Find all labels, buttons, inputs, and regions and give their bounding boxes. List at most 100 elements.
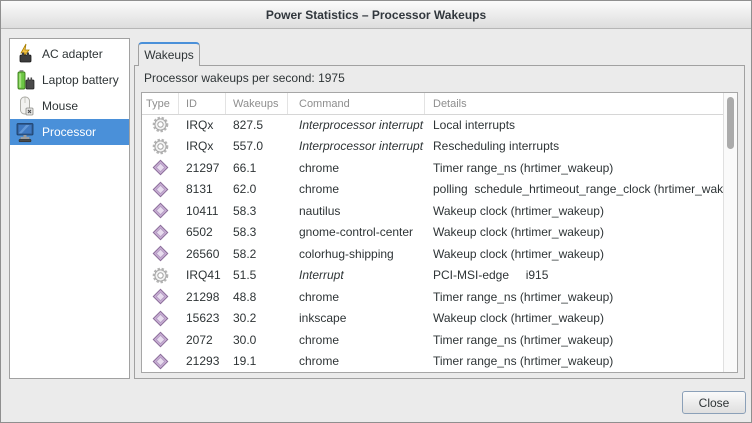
- diamond-icon: [142, 157, 179, 179]
- sidebar-item-label: Laptop battery: [42, 73, 119, 87]
- row-wakeups: 557.0: [226, 136, 288, 158]
- mouse-icon: [15, 95, 35, 117]
- row-command: chrome: [288, 157, 425, 179]
- row-details: Wakeup clock (hrtimer_wakeup): [425, 243, 723, 265]
- row-details: polling schedule_hrtimeout_range_clock (…: [425, 179, 723, 201]
- row-command: gnome-control-center: [288, 222, 425, 244]
- row-wakeups: 30.0: [226, 329, 288, 351]
- row-command: inkscape: [288, 308, 425, 330]
- row-details: Timer range_ns (hrtimer_wakeup): [425, 329, 723, 351]
- table-row[interactable]: 2129766.1chromeTimer range_ns (hrtimer_w…: [142, 157, 723, 179]
- row-command: chrome: [288, 179, 425, 201]
- table-row[interactable]: 1041158.3nautilusWakeup clock (hrtimer_w…: [142, 200, 723, 222]
- table-row[interactable]: IRQx827.5Interprocessor interruptLocal i…: [142, 114, 723, 136]
- power-statistics-window: Power Statistics – Processor Wakeups AC …: [0, 0, 752, 423]
- sidebar-item-processor[interactable]: Processor: [10, 119, 129, 145]
- row-wakeups: 58.3: [226, 222, 288, 244]
- table-row[interactable]: 813162.0chromepolling schedule_hrtimeout…: [142, 179, 723, 201]
- row-details: Timer range_ns (hrtimer_wakeup): [425, 157, 723, 179]
- table-row[interactable]: 650258.3gnome-control-centerWakeup clock…: [142, 222, 723, 244]
- sidebar-item-ac-adapter[interactable]: AC adapter: [10, 41, 129, 67]
- table-row[interactable]: 2129319.1chromeTimer range_ns (hrtimer_w…: [142, 351, 723, 373]
- diamond-icon: [142, 286, 179, 308]
- tab-label: Wakeups: [144, 48, 194, 62]
- row-id: 10411: [179, 200, 226, 222]
- row-details: Timer range_ns (hrtimer_wakeup): [425, 286, 723, 308]
- row-wakeups: 30.2: [226, 308, 288, 330]
- row-command: Interrupt: [288, 265, 425, 287]
- gear-icon: [142, 136, 179, 158]
- column-header-id[interactable]: ID: [179, 93, 226, 114]
- table-row[interactable]: 207230.0chromeTimer range_ns (hrtimer_wa…: [142, 329, 723, 351]
- row-wakeups: 62.0: [226, 179, 288, 201]
- sidebar-item-label: Processor: [42, 125, 96, 139]
- column-header-type[interactable]: Type: [142, 93, 179, 114]
- vertical-scrollbar[interactable]: [723, 93, 737, 372]
- row-command: colorhug-shipping: [288, 243, 425, 265]
- row-id: 21297: [179, 157, 226, 179]
- row-id: IRQx: [179, 136, 226, 158]
- diamond-icon: [142, 200, 179, 222]
- row-details: Wakeup clock (hrtimer_wakeup): [425, 308, 723, 330]
- row-id: IRQ41: [179, 265, 226, 287]
- row-id: IRQx: [179, 114, 226, 136]
- ac-adapter-icon: [15, 43, 35, 65]
- wakeups-table: Type ID Wakeups Command Details IRQx827.…: [141, 92, 738, 373]
- table-body: IRQx827.5Interprocessor interruptLocal i…: [142, 114, 723, 372]
- row-id: 8131: [179, 179, 226, 201]
- tab-wakeups[interactable]: Wakeups: [138, 42, 200, 66]
- table-row[interactable]: IRQ4151.5InterruptPCI-MSI-edge i915: [142, 265, 723, 287]
- row-id: 15623: [179, 308, 226, 330]
- gear-icon: [142, 114, 179, 136]
- column-header-command[interactable]: Command: [288, 93, 425, 114]
- table-header: Type ID Wakeups Command Details: [142, 93, 737, 115]
- scrollbar-thumb[interactable]: [727, 97, 734, 149]
- row-command: Interprocessor interrupt: [288, 136, 425, 158]
- table-row[interactable]: 2656058.2colorhug-shippingWakeup clock (…: [142, 243, 723, 265]
- row-wakeups: 66.1: [226, 157, 288, 179]
- diamond-icon: [142, 243, 179, 265]
- row-details: Local interrupts: [425, 114, 723, 136]
- sidebar-item-label: AC adapter: [42, 47, 103, 61]
- row-details: Rescheduling interrupts: [425, 136, 723, 158]
- row-id: 6502: [179, 222, 226, 244]
- column-header-wakeups[interactable]: Wakeups: [226, 93, 288, 114]
- row-wakeups: 19.1: [226, 351, 288, 373]
- table-row[interactable]: IRQx557.0Interprocessor interruptResched…: [142, 136, 723, 158]
- diamond-icon: [142, 329, 179, 351]
- table-row[interactable]: 1562330.2inkscapeWakeup clock (hrtimer_w…: [142, 308, 723, 330]
- row-id: 21293: [179, 351, 226, 373]
- row-id: 2072: [179, 329, 226, 351]
- sidebar-item-laptop-battery[interactable]: Laptop battery: [10, 67, 129, 93]
- diamond-icon: [142, 308, 179, 330]
- row-command: Interprocessor interrupt: [288, 114, 425, 136]
- diamond-icon: [142, 179, 179, 201]
- wakeups-summary-label: Processor wakeups per second: 1975: [144, 71, 345, 85]
- window-title: Power Statistics – Processor Wakeups: [266, 8, 486, 22]
- titlebar[interactable]: Power Statistics – Processor Wakeups: [1, 1, 751, 29]
- battery-icon: [15, 69, 35, 91]
- diamond-icon: [142, 351, 179, 373]
- close-button[interactable]: Close: [682, 391, 746, 414]
- row-command: chrome: [288, 286, 425, 308]
- row-command: nautilus: [288, 200, 425, 222]
- table-row[interactable]: 2129848.8chromeTimer range_ns (hrtimer_w…: [142, 286, 723, 308]
- row-wakeups: 51.5: [226, 265, 288, 287]
- row-wakeups: 48.8: [226, 286, 288, 308]
- row-details: Wakeup clock (hrtimer_wakeup): [425, 200, 723, 222]
- row-id: 21298: [179, 286, 226, 308]
- row-id: 26560: [179, 243, 226, 265]
- sidebar-item-label: Mouse: [42, 99, 78, 113]
- row-details: Wakeup clock (hrtimer_wakeup): [425, 222, 723, 244]
- column-header-details[interactable]: Details: [425, 93, 737, 114]
- sidebar-item-mouse[interactable]: Mouse: [10, 93, 129, 119]
- row-command: chrome: [288, 329, 425, 351]
- row-details: Timer range_ns (hrtimer_wakeup): [425, 351, 723, 373]
- row-wakeups: 827.5: [226, 114, 288, 136]
- diamond-icon: [142, 222, 179, 244]
- row-details: PCI-MSI-edge i915: [425, 265, 723, 287]
- processor-icon: [15, 121, 35, 143]
- row-wakeups: 58.3: [226, 200, 288, 222]
- device-list: AC adapter Laptop battery: [9, 38, 130, 379]
- row-command: chrome: [288, 351, 425, 373]
